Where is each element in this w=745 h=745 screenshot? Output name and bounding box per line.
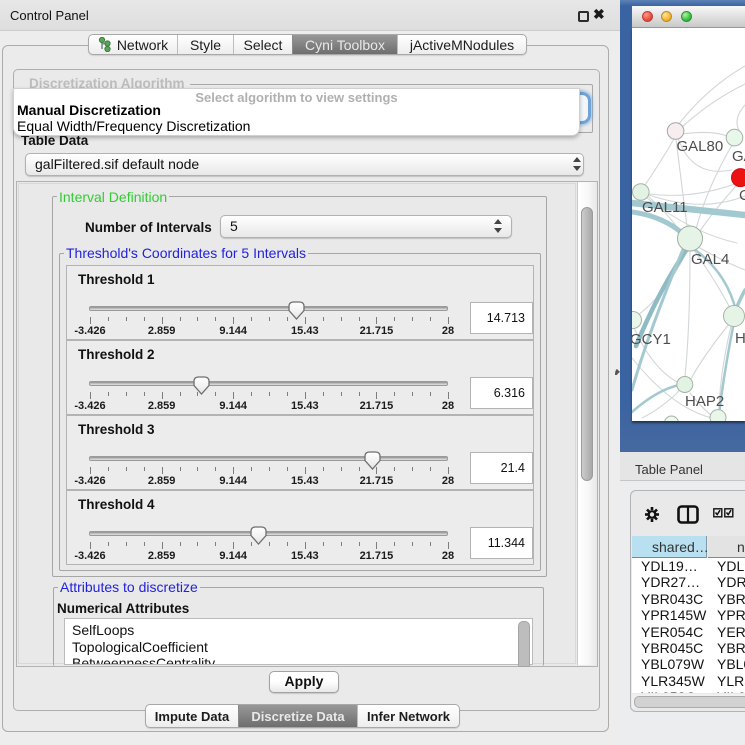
svg-text:GAL11: GAL11 bbox=[642, 199, 688, 216]
svg-text:GCY1: GCY1 bbox=[632, 331, 671, 348]
svg-text:HAP2: HAP2 bbox=[685, 393, 724, 410]
svg-text:C: C bbox=[739, 187, 745, 204]
svg-text:H: H bbox=[735, 330, 745, 347]
svg-text:GA: GA bbox=[732, 148, 745, 165]
svg-text:GAL4: GAL4 bbox=[691, 251, 729, 268]
svg-text:GAL80: GAL80 bbox=[677, 138, 724, 155]
